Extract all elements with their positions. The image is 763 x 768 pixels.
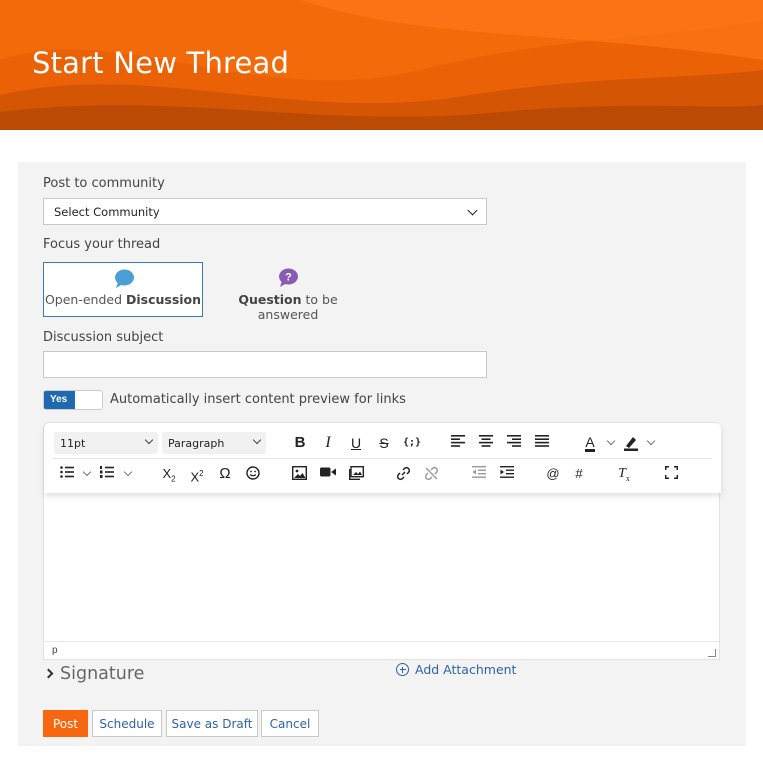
subject-label: Discussion subject	[43, 330, 164, 345]
chevron-down-icon	[144, 435, 154, 445]
chevron-down-icon	[467, 205, 478, 216]
underline-icon[interactable]: U	[345, 432, 367, 454]
schedule-button[interactable]: Schedule	[92, 710, 162, 737]
video-icon[interactable]	[317, 463, 339, 485]
font-size-select[interactable]: 11pt	[54, 432, 158, 454]
preview-toggle-label: Automatically insert content preview for…	[110, 392, 406, 407]
add-attachment-label: Add Attachment	[415, 662, 517, 677]
emoji-icon[interactable]	[242, 463, 264, 485]
align-right-icon[interactable]	[503, 432, 525, 454]
align-justify-icon[interactable]	[531, 432, 553, 454]
resize-handle[interactable]	[708, 649, 716, 657]
indent-icon[interactable]	[496, 463, 518, 485]
bold-icon[interactable]: B	[289, 432, 311, 454]
superscript-icon[interactable]: X2	[186, 463, 208, 485]
focus-label: Focus your thread	[43, 237, 161, 252]
link-icon[interactable]	[392, 463, 414, 485]
editor-status-bar: p	[44, 641, 719, 660]
chevron-down-icon[interactable]	[123, 467, 133, 477]
font-size-value: 11pt	[60, 437, 86, 450]
chevron-down-icon[interactable]	[82, 467, 92, 477]
add-attachment-link[interactable]: Add Attachment	[396, 661, 516, 677]
header-banner: Start New Thread	[0, 0, 763, 130]
community-select-value: Select Community	[54, 205, 160, 219]
bullet-list-icon[interactable]	[56, 463, 78, 485]
mention-icon[interactable]: @	[542, 463, 564, 485]
chevron-right-icon	[43, 668, 54, 679]
toggle-state: Yes	[44, 391, 75, 409]
image-icon[interactable]	[288, 463, 310, 485]
focus-option-discussion-label: Open-ended Discussion	[44, 292, 202, 307]
page-title: Start New Thread	[32, 46, 290, 80]
question-bubble-icon: ?	[279, 268, 298, 287]
chevron-down-icon	[252, 435, 262, 445]
italic-icon[interactable]: I	[317, 432, 339, 454]
editor-content-area[interactable]	[44, 495, 719, 640]
signature-toggle[interactable]: Signature	[43, 664, 145, 684]
subject-input[interactable]	[43, 351, 487, 378]
toolbar-divider	[52, 458, 712, 459]
text-color-icon[interactable]: A	[579, 431, 601, 453]
highlight-color-icon[interactable]	[620, 432, 642, 454]
hashtag-icon[interactable]: #	[568, 463, 590, 485]
strikethrough-icon[interactable]: S	[373, 432, 395, 454]
signature-label: Signature	[60, 664, 145, 684]
media-embed-icon[interactable]	[345, 463, 367, 485]
cancel-button[interactable]: Cancel	[261, 710, 319, 737]
svg-text:?: ?	[285, 272, 292, 284]
align-center-icon[interactable]	[475, 432, 497, 454]
block-format-select[interactable]: Paragraph	[162, 432, 266, 454]
focus-option-question-label: Question to be answered	[238, 292, 338, 322]
speech-bubble-icon	[115, 269, 134, 288]
special-character-icon[interactable]: Ω	[214, 463, 236, 485]
editor-toolbar: 11pt Paragraph B I U S {;} A X2 X2 Ω @ #	[44, 423, 721, 493]
save-draft-button[interactable]: Save as Draft	[166, 710, 258, 737]
community-select[interactable]: Select Community	[43, 198, 487, 225]
align-left-icon[interactable]	[447, 432, 469, 454]
numbered-list-icon[interactable]	[96, 463, 118, 485]
clear-formatting-icon[interactable]: Tx	[613, 463, 635, 485]
preview-toggle[interactable]: Yes	[43, 390, 103, 410]
chevron-down-icon[interactable]	[606, 436, 616, 446]
focus-option-discussion[interactable]: Open-ended Discussion	[43, 262, 203, 317]
block-format-value: Paragraph	[168, 437, 225, 450]
subscript-icon[interactable]: X2	[158, 463, 180, 485]
plus-circle-icon	[396, 663, 409, 676]
chevron-down-icon[interactable]	[646, 436, 656, 446]
post-button[interactable]: Post	[43, 710, 88, 737]
fullscreen-icon[interactable]	[660, 463, 682, 485]
focus-option-question[interactable]: ? Question to be answered	[207, 262, 369, 322]
unlink-icon[interactable]	[420, 463, 442, 485]
code-icon[interactable]: {;}	[401, 432, 423, 454]
element-path: p	[52, 645, 58, 656]
rich-text-editor: 11pt Paragraph B I U S {;} A X2 X2 Ω @ #	[43, 422, 721, 660]
community-label: Post to community	[43, 176, 165, 191]
outdent-icon[interactable]	[468, 463, 490, 485]
